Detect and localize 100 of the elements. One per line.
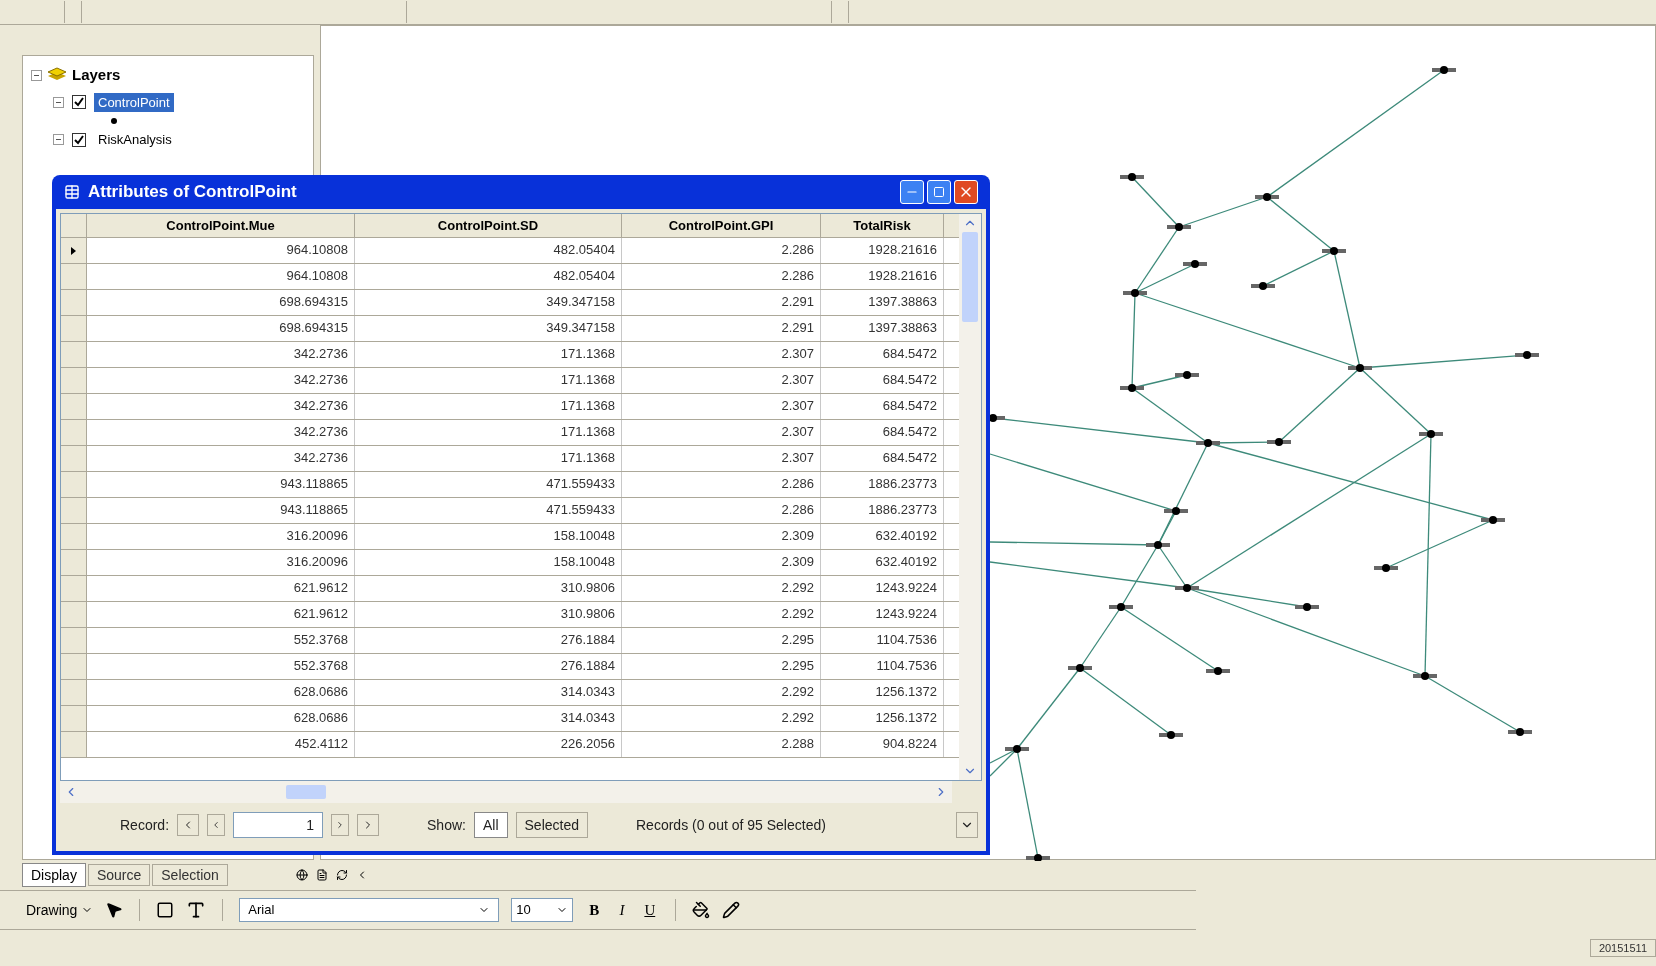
layout-view-icon[interactable] — [315, 869, 328, 881]
table-cell: 1243.9224 — [821, 602, 944, 627]
table-cell: 316.20096 — [87, 550, 355, 575]
record-number-field[interactable]: 1 — [233, 812, 324, 838]
collapse-icon[interactable] — [53, 134, 64, 146]
table-cell: 342.2736 — [87, 368, 355, 393]
line-color-icon[interactable] — [722, 901, 741, 919]
layer-checkbox[interactable] — [72, 95, 86, 110]
row-selector[interactable] — [61, 238, 87, 263]
point-symbol-icon — [111, 118, 117, 124]
text-icon[interactable] — [186, 900, 207, 920]
table-cell: 342.2736 — [87, 446, 355, 471]
table-cell: 2.295 — [622, 628, 821, 653]
maximize-icon — [933, 186, 945, 198]
table-cell: 342.2736 — [87, 342, 355, 367]
table-cell: 171.1368 — [355, 368, 622, 393]
layers-root-label[interactable]: Layers — [72, 64, 121, 87]
table-cell: 471.559433 — [355, 498, 622, 523]
column-header[interactable]: ControlPoint.GPI — [622, 214, 821, 237]
table-cell: 943.118865 — [87, 472, 355, 497]
show-filter-button[interactable]: All — [473, 812, 508, 838]
collapse-icon[interactable] — [31, 69, 42, 81]
text-style-button[interactable]: U — [640, 898, 660, 922]
horizontal-scrollbar[interactable] — [60, 781, 952, 803]
scroll-thumb[interactable] — [286, 785, 326, 799]
column-header[interactable]: TotalRisk — [821, 214, 944, 237]
table-cell: 2.295 — [622, 654, 821, 679]
table-cell: 171.1368 — [355, 394, 622, 419]
table-cell: 2.292 — [622, 576, 821, 601]
table-cell: 2.307 — [622, 420, 821, 445]
selection-summary: Records (0 out of 95 Selected) — [636, 815, 826, 835]
table-cell: 482.05404 — [355, 238, 622, 263]
record-label: Record: — [120, 815, 170, 835]
table-cell: 171.1368 — [355, 342, 622, 367]
table-cell: 552.3768 — [87, 654, 355, 679]
table-cell: 314.0343 — [355, 706, 622, 731]
fill-color-icon[interactable] — [692, 901, 711, 919]
column-header[interactable]: ControlPoint.SD — [355, 214, 622, 237]
table-cell: 2.309 — [622, 550, 821, 575]
table-cell: 2.286 — [622, 472, 821, 497]
table-cell: 1256.1372 — [821, 706, 944, 731]
table-cell: 628.0686 — [87, 706, 355, 731]
table-cell: 171.1368 — [355, 420, 622, 445]
maximize-button[interactable] — [927, 180, 951, 204]
data-view-icon[interactable] — [295, 869, 308, 881]
layer-checkbox[interactable] — [72, 132, 86, 147]
table-cell: 2.288 — [622, 732, 821, 757]
scroll-thumb[interactable] — [962, 232, 978, 322]
table-cell: 684.5472 — [821, 368, 944, 393]
table-cell: 632.40192 — [821, 550, 944, 575]
options-button[interactable] — [956, 812, 978, 838]
table-cell: 621.9612 — [87, 576, 355, 601]
table-cell: 1886.23773 — [821, 472, 944, 497]
show-label: Show: — [427, 815, 466, 835]
last-record-button[interactable] — [357, 814, 380, 836]
table-cell: 342.2736 — [87, 394, 355, 419]
rectangle-icon[interactable] — [156, 901, 175, 919]
table-cell: 1243.9224 — [821, 576, 944, 601]
vertical-scrollbar[interactable] — [959, 214, 981, 780]
table-cell: 482.05404 — [355, 264, 622, 289]
layer-name[interactable]: ControlPoint — [94, 92, 174, 112]
close-button[interactable] — [954, 180, 978, 204]
table-cell: 471.559433 — [355, 472, 622, 497]
table-cell: 2.286 — [622, 238, 821, 263]
table-cell: 2.286 — [622, 264, 821, 289]
table-cell: 2.307 — [622, 342, 821, 367]
font-field[interactable]: Arial — [239, 898, 500, 922]
text-style-button[interactable]: B — [585, 898, 604, 922]
table-cell: 628.0686 — [87, 680, 355, 705]
next-record-button[interactable] — [331, 814, 350, 836]
table-cell: 1104.7536 — [821, 628, 944, 653]
text-style-button[interactable]: I — [615, 898, 629, 922]
status-text: 20151511 — [1589, 938, 1656, 958]
table-cell: 2.292 — [622, 706, 821, 731]
layer-name[interactable]: RiskAnalysis — [94, 130, 176, 150]
table-cell: 1397.38863 — [821, 316, 944, 341]
table-cell: 1397.38863 — [821, 290, 944, 315]
drawing-menu[interactable]: Drawing — [26, 899, 94, 921]
minimize-button[interactable] — [900, 180, 924, 204]
table-cell: 1928.21616 — [821, 264, 944, 289]
table-cell: 349.347158 — [355, 290, 622, 315]
toc-tab[interactable]: Source — [87, 864, 151, 886]
table-cell: 698.694315 — [87, 316, 355, 341]
table-cell: 2.286 — [622, 498, 821, 523]
toc-tab[interactable]: Selection — [152, 864, 228, 886]
show-filter-button[interactable]: Selected — [515, 812, 588, 838]
previous-record-button[interactable] — [207, 814, 226, 836]
table-cell: 2.307 — [622, 368, 821, 393]
table-cell: 158.10048 — [355, 550, 622, 575]
select-pointer-icon[interactable] — [105, 901, 124, 919]
first-record-button[interactable] — [177, 814, 200, 836]
table-cell: 698.694315 — [87, 290, 355, 315]
table-cell: 316.20096 — [87, 524, 355, 549]
refresh-icon[interactable] — [335, 869, 348, 881]
table-cell: 684.5472 — [821, 394, 944, 419]
toc-tab[interactable]: Display — [22, 863, 86, 887]
column-header[interactable]: ControlPoint.Mue — [87, 214, 355, 237]
collapse-icon[interactable] — [53, 96, 64, 108]
table-cell: 158.10048 — [355, 524, 622, 549]
font-size-field[interactable]: 10 — [511, 898, 574, 922]
